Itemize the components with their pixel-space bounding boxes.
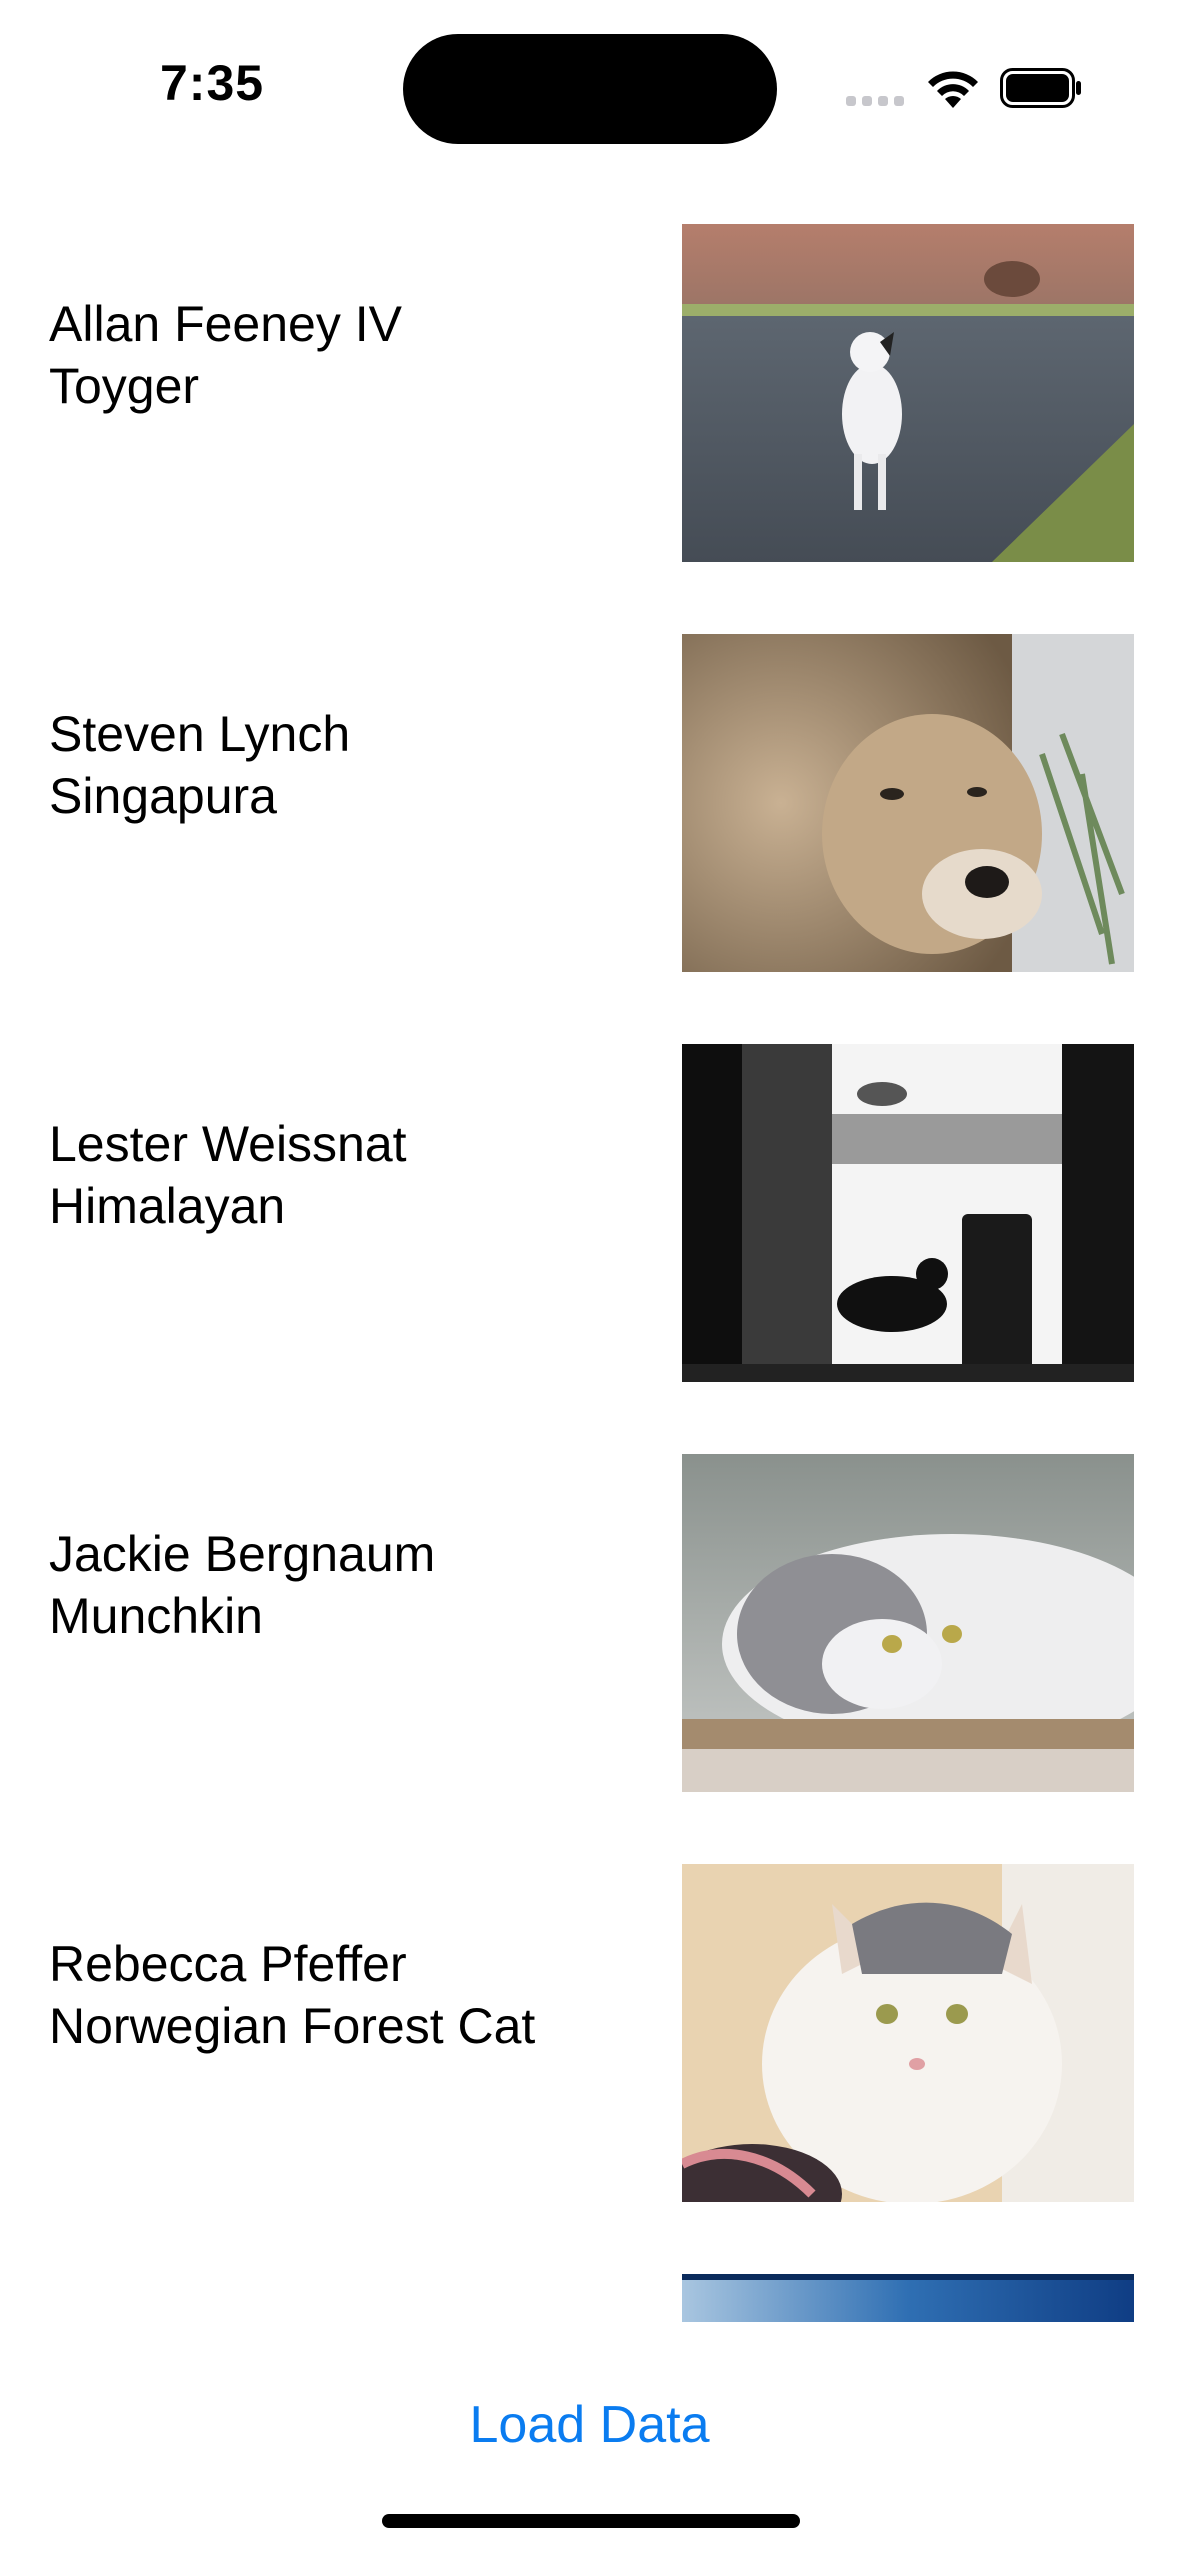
breed-name: Munchkin: [49, 1588, 263, 1644]
battery-icon: [1000, 68, 1081, 108]
home-indicator[interactable]: [382, 2514, 800, 2528]
owner-name: Rebecca Pfeffer: [49, 1936, 407, 1992]
owner-name: Lester Weissnat: [49, 1116, 407, 1172]
list-item[interactable]: Steven Lynch Singapura: [0, 560, 1179, 972]
dynamic-island: [403, 34, 777, 144]
breed-name: Norwegian Forest Cat: [49, 1998, 536, 2054]
cat-photo: [682, 2274, 1134, 2322]
breed-name: Singapura: [49, 768, 277, 824]
list-item[interactable]: Allan Feeney IV Toyger: [0, 150, 1179, 562]
list-item[interactable]: [0, 2200, 1179, 2322]
cellular-signal-icon: [846, 96, 904, 106]
list-item[interactable]: Rebecca Pfeffer Norwegian Forest Cat: [0, 1790, 1179, 2202]
owner-name: Steven Lynch: [49, 706, 351, 762]
load-data-button[interactable]: Load Data: [0, 2395, 1179, 2455]
list-item[interactable]: Lester Weissnat Himalayan: [0, 970, 1179, 1382]
owner-name: Allan Feeney IV: [49, 296, 402, 352]
breed-name: Himalayan: [49, 1178, 286, 1234]
breed-name: Toyger: [49, 358, 200, 414]
status-bar: 7:35: [0, 0, 1179, 150]
wifi-icon: [928, 71, 978, 108]
list-item[interactable]: Jackie Bergnaum Munchkin: [0, 1380, 1179, 1792]
cat-photo: [682, 1044, 1134, 1382]
cat-photo: [682, 224, 1134, 562]
cat-photo: [682, 1454, 1134, 1792]
status-time: 7:35: [160, 55, 265, 111]
cat-list[interactable]: Allan Feeney IV Toyger Steven Lynch Sing…: [0, 150, 1179, 2322]
cat-photo: [682, 1864, 1134, 2202]
owner-name: Jackie Bergnaum: [49, 1526, 436, 1582]
cat-photo: [682, 634, 1134, 972]
